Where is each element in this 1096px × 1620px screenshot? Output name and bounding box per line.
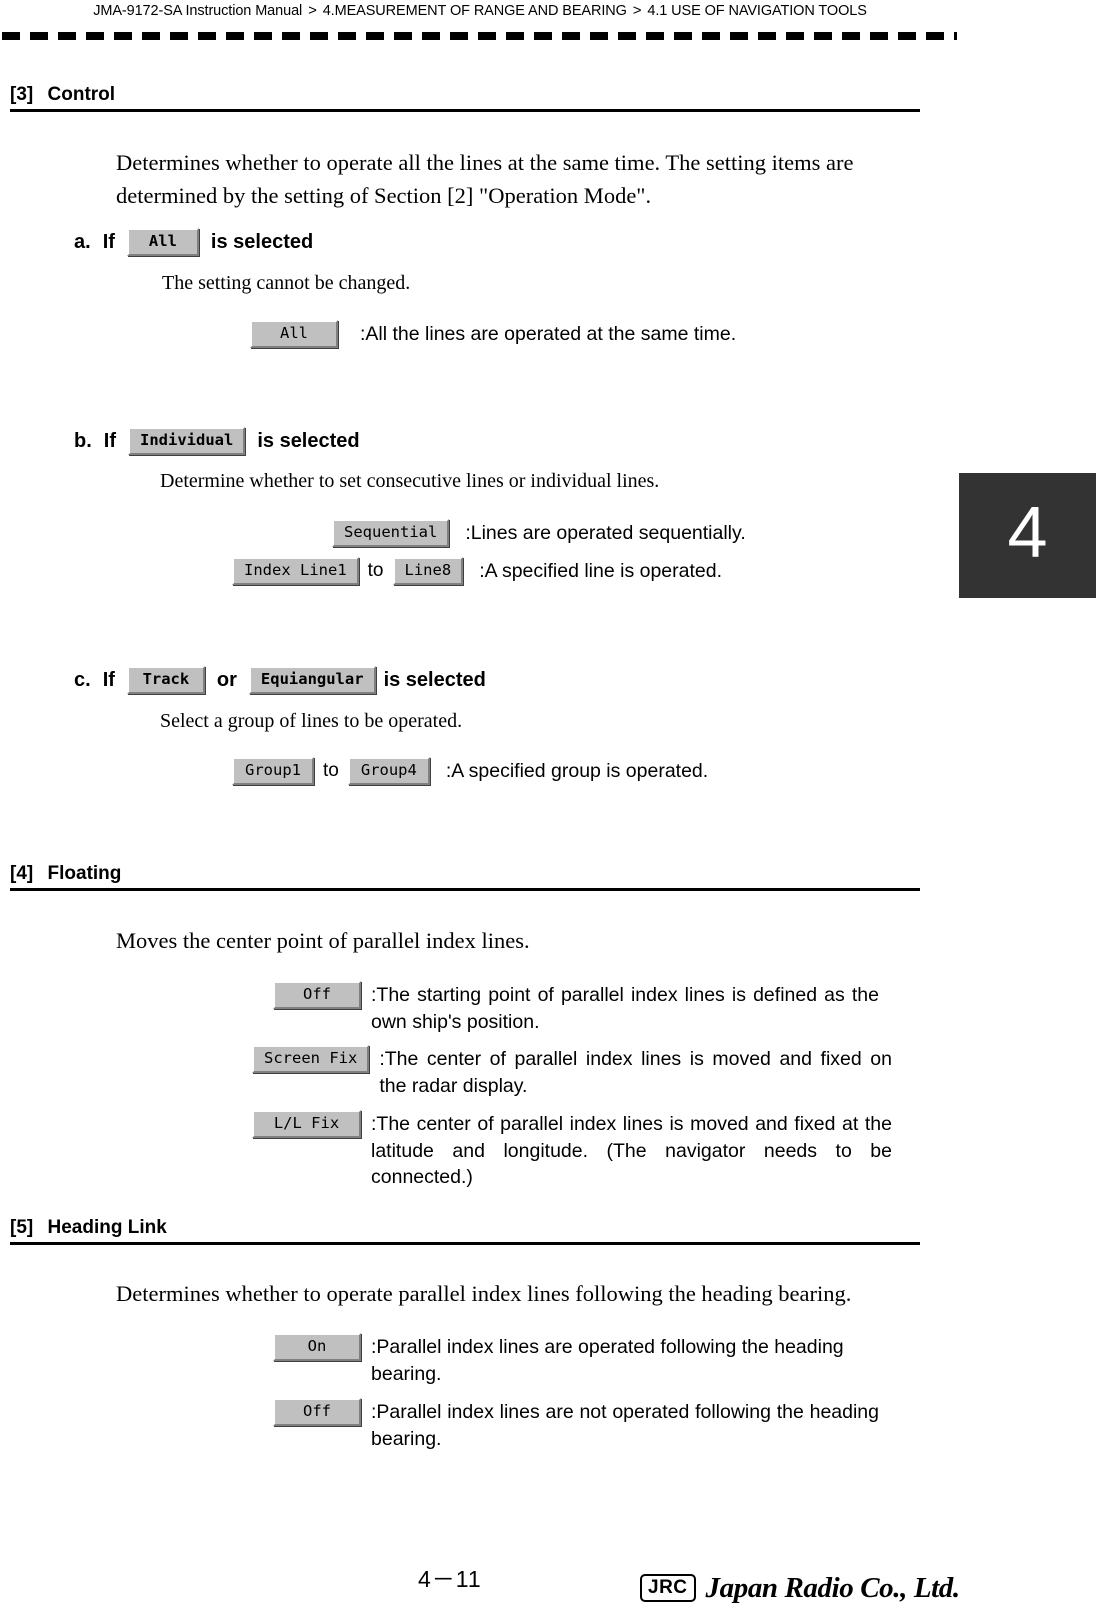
button-heading-link-off[interactable]: Off (273, 1398, 361, 1426)
control-b-option-row-0: Sequential :Lines are operated sequentia… (332, 519, 892, 547)
floating-intro-paragraph: Moves the center point of parallel index… (116, 928, 530, 953)
button-all-option[interactable]: All (250, 320, 338, 348)
control-item-b: b. If Individual is selected (74, 427, 360, 455)
section-title-floating: Floating (47, 863, 122, 884)
control-a-option-desc-0: :All the lines are operated at the same … (360, 323, 737, 345)
breadcrumb-separator-2: > (632, 2, 642, 19)
button-line8[interactable]: Line8 (392, 557, 464, 585)
control-c-option-desc-0: :A specified group is operated. (445, 760, 709, 782)
floating-option-row-1: Screen Fix :The center of parallel index… (252, 1045, 892, 1099)
page-number: 4－11 (418, 1566, 482, 1592)
button-floating-off[interactable]: Off (273, 981, 361, 1009)
button-ll-fix[interactable]: L/L Fix (252, 1110, 361, 1138)
control-item-a: a. If All is selected (74, 228, 313, 256)
item-c-if-label: If (102, 668, 115, 691)
button-equiangular[interactable]: Equiangular (248, 666, 376, 694)
control-item-c: c. If Track or Equiangular is selected (74, 666, 486, 694)
section-number-floating: [4] (10, 863, 34, 884)
page-footer: 4－11 JRC Japan Radio Co., Ltd. (0, 1530, 1096, 1620)
breadcrumb-chapter: 4.MEASUREMENT OF RANGE AND BEARING (322, 3, 627, 19)
control-a-note: The setting cannot be changed. (162, 272, 411, 294)
item-c-tail-label: is selected (383, 668, 486, 691)
floating-option-row-2: L/L Fix :The center of parallel index li… (252, 1110, 892, 1191)
control-a-option-row-0: All :All the lines are operated at the s… (250, 320, 890, 348)
button-individual-inline-b[interactable]: Individual (128, 427, 246, 455)
heading-link-option-desc-1: :Parallel index lines are not operated f… (371, 1401, 879, 1450)
section-heading-heading-link: [5] Heading Link (10, 1217, 920, 1245)
control-c-option-row-0: Group1 to Group4 :A specified group is o… (232, 757, 892, 785)
section-number-control: [3] (10, 84, 34, 105)
item-c-mid-label: or (216, 668, 237, 691)
button-group1[interactable]: Group1 (232, 757, 314, 785)
control-c-note: Select a group of lines to be operated. (160, 710, 463, 732)
section-heading-floating: [4] Floating (10, 863, 920, 891)
floating-option-row-0: Off :The starting point of parallel inde… (273, 981, 893, 1035)
heading-link-option-row-0: On :Parallel index lines are operated fo… (273, 1333, 893, 1387)
button-track[interactable]: Track (126, 666, 205, 694)
control-intro-paragraph: Determines whether to operate all the li… (116, 150, 854, 208)
floating-option-desc-1: :The center of parallel index lines is m… (379, 1048, 892, 1097)
floating-option-desc-0: :The starting point of parallel index li… (371, 984, 879, 1033)
control-c-connector: to (323, 760, 339, 781)
control-b-option-desc-0: :Lines are operated sequentially. (465, 522, 746, 544)
breadcrumb-separator-1: > (308, 2, 317, 19)
control-b-note: Determine whether to set consecutive lin… (160, 470, 660, 492)
item-b-if-label: If (103, 429, 116, 452)
button-group4[interactable]: Group4 (347, 757, 430, 785)
item-b-letter: b. (74, 429, 92, 452)
breadcrumb-section: 4.1 USE OF NAVIGATION TOOLS (647, 3, 867, 19)
button-screen-fix[interactable]: Screen Fix (252, 1045, 370, 1073)
item-a-tail-label: is selected (210, 230, 314, 253)
button-all-inline-a[interactable]: All (126, 228, 199, 256)
section-number-heading-link: [5] (10, 1217, 34, 1238)
button-sequential[interactable]: Sequential (332, 519, 450, 547)
section-heading-control: [3] Control (10, 84, 920, 112)
control-b-option-row-1: Index Line1 to Line8 :A specified line i… (232, 557, 892, 585)
button-index-line1[interactable]: Index Line1 (232, 557, 359, 585)
floating-option-desc-2: :The center of parallel index lines is m… (371, 1113, 892, 1188)
breadcrumb: JMA-9172-SA Instruction Manual > 4.MEASU… (0, 2, 960, 19)
heading-link-intro-paragraph: Determines whether to operate parallel i… (116, 1281, 852, 1306)
jrc-mark-icon: JRC (640, 1574, 696, 1602)
item-a-letter: a. (74, 230, 91, 253)
page-header: JMA-9172-SA Instruction Manual > 4.MEASU… (0, 0, 1096, 46)
control-b-connector: to (367, 560, 384, 581)
company-name: Japan Radio Co., Ltd. (705, 1572, 961, 1604)
section-title-control: Control (47, 84, 116, 105)
breadcrumb-manual: JMA-9172-SA Instruction Manual (93, 3, 303, 19)
chapter-tab-marker: 4 (959, 473, 1096, 598)
jrc-logo: JRC Japan Radio Co., Ltd. (640, 1572, 961, 1604)
header-dashed-divider (2, 32, 957, 40)
control-b-option-desc-1: :A specified line is operated. (479, 560, 723, 582)
item-b-tail-label: is selected (257, 429, 360, 452)
section-title-heading-link: Heading Link (47, 1217, 167, 1238)
button-heading-link-on[interactable]: On (273, 1333, 361, 1361)
chapter-tab-number: 4 (1007, 492, 1048, 573)
item-c-letter: c. (74, 668, 91, 691)
heading-link-option-row-1: Off :Parallel index lines are not operat… (273, 1398, 893, 1452)
heading-link-option-desc-0: :Parallel index lines are operated follo… (371, 1336, 844, 1385)
item-a-if-label: If (102, 230, 115, 253)
